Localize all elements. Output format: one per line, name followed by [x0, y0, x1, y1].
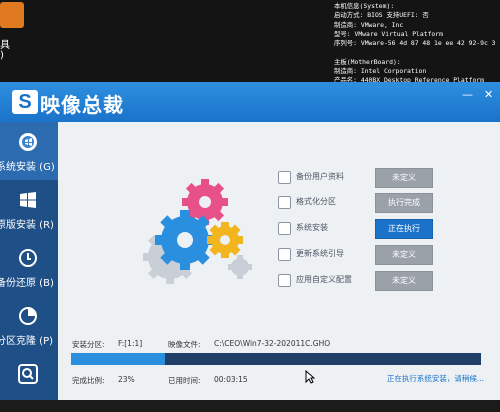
- step-status-button[interactable]: 未定义: [375, 168, 433, 188]
- app-title: 映像总裁: [40, 93, 124, 117]
- status-message: 正在执行系统安装，请稍候...: [386, 374, 484, 383]
- backup-icon: [19, 249, 37, 267]
- sysinfo-line: 序列号: VMware-56 4d 87 48 1e ee 42 92-9c 3: [334, 39, 496, 48]
- system-info-panel: 本机信息(System): 启动方式: BIOS 支持UEFI: 否 制造商: …: [334, 2, 500, 86]
- step-label: 更新系统引导: [296, 249, 344, 258]
- sidebar-item-more[interactable]: [0, 354, 58, 412]
- image-file-value: C:\CEO\Win7-32-202011C.GHO: [214, 339, 331, 348]
- sysinfo-line: 制造商: Intel Corporation: [334, 67, 427, 76]
- step-label: 系统安装: [296, 223, 328, 232]
- step-system-install: 系统安装 正在执行: [278, 219, 448, 239]
- step-label: 备份用户资料: [296, 172, 344, 181]
- install-progress-bar: [71, 353, 481, 365]
- close-button[interactable]: ✕: [484, 88, 493, 101]
- step-status-button[interactable]: 未定义: [375, 271, 433, 291]
- install-partition-value: F:[1:1]: [118, 339, 143, 348]
- step-apply-config: 应用自定义配置 未定义: [278, 271, 448, 291]
- windows-icon: [20, 192, 36, 208]
- sidebar-item-label: 分区克隆 (P): [0, 336, 54, 347]
- pie-icon: [19, 307, 37, 325]
- desktop-icon-label-2: ): [0, 50, 4, 61]
- app-logo-icon: S: [12, 90, 38, 114]
- sidebar-item-partition-clone[interactable]: 分区克隆 (P): [0, 296, 58, 354]
- app-window: S 映像总裁 — ✕ 系统安装 (G) 原版安装 (R) 备份还原 (B) 分区…: [0, 82, 500, 400]
- sysinfo-line: 本机信息(System):: [334, 2, 395, 10]
- sysinfo-line: 型号: VMware Virtual Platform: [334, 29, 443, 38]
- step-status-button[interactable]: 正在执行: [375, 219, 433, 239]
- install-partition-label: 安装分区:: [72, 340, 105, 349]
- sidebar-item-label: 备份还原 (B): [0, 278, 54, 289]
- completion-ratio-value: 23%: [118, 375, 135, 384]
- sidebar: 系统安装 (G) 原版安装 (R) 备份还原 (B) 分区克隆 (P): [0, 122, 58, 400]
- document-icon: [278, 171, 291, 184]
- search-icon: [18, 364, 38, 384]
- desktop-app-icon[interactable]: [0, 2, 24, 28]
- windows-icon: [278, 222, 291, 235]
- step-format-partition: 格式化分区 执行完成: [278, 193, 448, 213]
- step-status-button[interactable]: 未定义: [375, 245, 433, 265]
- gear-yellow: [207, 222, 243, 258]
- title-bar: S 映像总裁 — ✕: [0, 82, 500, 122]
- sidebar-item-label: 原版安装 (R): [0, 220, 54, 231]
- minimize-button[interactable]: —: [462, 88, 473, 101]
- disc-icon: [19, 133, 37, 151]
- gear-small-grey: [228, 255, 252, 279]
- desktop-background: 具 ) 本机信息(System): 启动方式: BIOS 支持UEFI: 否 制…: [0, 0, 500, 85]
- sysinfo-line: [334, 48, 500, 57]
- sysinfo-line: 制造商: VMware, Inc: [334, 20, 404, 29]
- elapsed-time-label: 已用时间:: [168, 376, 201, 385]
- step-label: 格式化分区: [296, 197, 336, 206]
- gear-icon: [278, 274, 291, 287]
- sidebar-item-label: 系统安装 (G): [0, 162, 55, 173]
- image-file-label: 映像文件:: [168, 340, 201, 349]
- gear-blue: [155, 210, 215, 270]
- desktop-icon-label: 具: [0, 40, 10, 51]
- sysinfo-line: 启动方式: BIOS 支持UEFI: 否: [334, 11, 429, 20]
- sidebar-item-original-install[interactable]: 原版安装 (R): [0, 180, 58, 238]
- step-status-button[interactable]: 执行完成: [375, 193, 433, 213]
- mouse-cursor-icon: [305, 370, 315, 384]
- step-label: 应用自定义配置: [296, 275, 352, 284]
- progress-fill: [71, 353, 166, 365]
- gears-illustration: [143, 179, 252, 284]
- sysinfo-line: 主板(MotherBoard):: [334, 57, 401, 66]
- elapsed-time-value: 00:03:15: [214, 375, 248, 384]
- step-update-boot: 更新系统引导 未定义: [278, 245, 448, 265]
- refresh-icon: [278, 248, 291, 261]
- sidebar-item-backup-restore[interactable]: 备份还原 (B): [0, 238, 58, 296]
- completion-ratio-label: 完成比例:: [72, 376, 105, 385]
- grid-icon: [278, 196, 291, 209]
- sidebar-item-system-install[interactable]: 系统安装 (G): [0, 122, 58, 180]
- step-backup-user-data: 备份用户资料 未定义: [278, 168, 448, 188]
